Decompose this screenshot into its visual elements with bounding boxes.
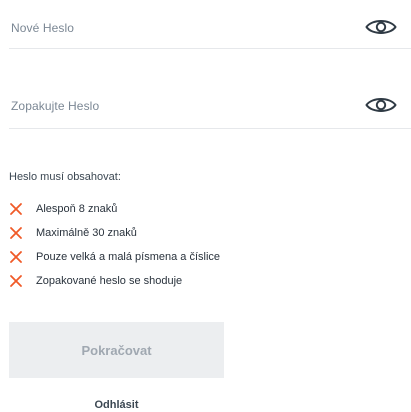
new-password-field[interactable]: Nové Heslo	[9, 10, 411, 49]
new-password-placeholder: Nové Heslo	[11, 21, 75, 35]
continue-button[interactable]: Pokračovat	[9, 322, 224, 378]
requirement-item: Alespoň 8 znaků	[9, 197, 220, 221]
close-icon	[10, 251, 22, 263]
requirement-label: Zopakované heslo se shoduje	[36, 275, 183, 287]
close-icon	[10, 227, 22, 239]
requirement-label: Alespoň 8 znaků	[36, 203, 118, 215]
repeat-password-field[interactable]: Zopakujte Heslo	[9, 88, 411, 129]
requirement-label: Pouze velká a malá písmena a číslice	[36, 251, 221, 263]
password-requirements-list: Alespoň 8 znaků Maximálně 30 znaků Pouze…	[9, 197, 220, 293]
logout-link[interactable]: Odhlásit	[9, 398, 224, 412]
close-icon	[10, 275, 22, 287]
requirement-item: Maximálně 30 znaků	[9, 221, 220, 245]
set-password-page: Nové Heslo Zopakujte Heslo Heslo musí ob…	[0, 0, 411, 412]
close-icon	[10, 203, 22, 215]
password-requirements-title: Heslo musí obsahovat:	[9, 171, 121, 183]
eye-icon[interactable]	[365, 95, 397, 115]
requirement-item: Zopakované heslo se shoduje	[9, 269, 220, 293]
repeat-password-placeholder: Zopakujte Heslo	[11, 99, 100, 113]
eye-icon[interactable]	[365, 17, 397, 37]
requirement-item: Pouze velká a malá písmena a číslice	[9, 245, 220, 269]
requirement-label: Maximálně 30 znaků	[36, 227, 137, 239]
